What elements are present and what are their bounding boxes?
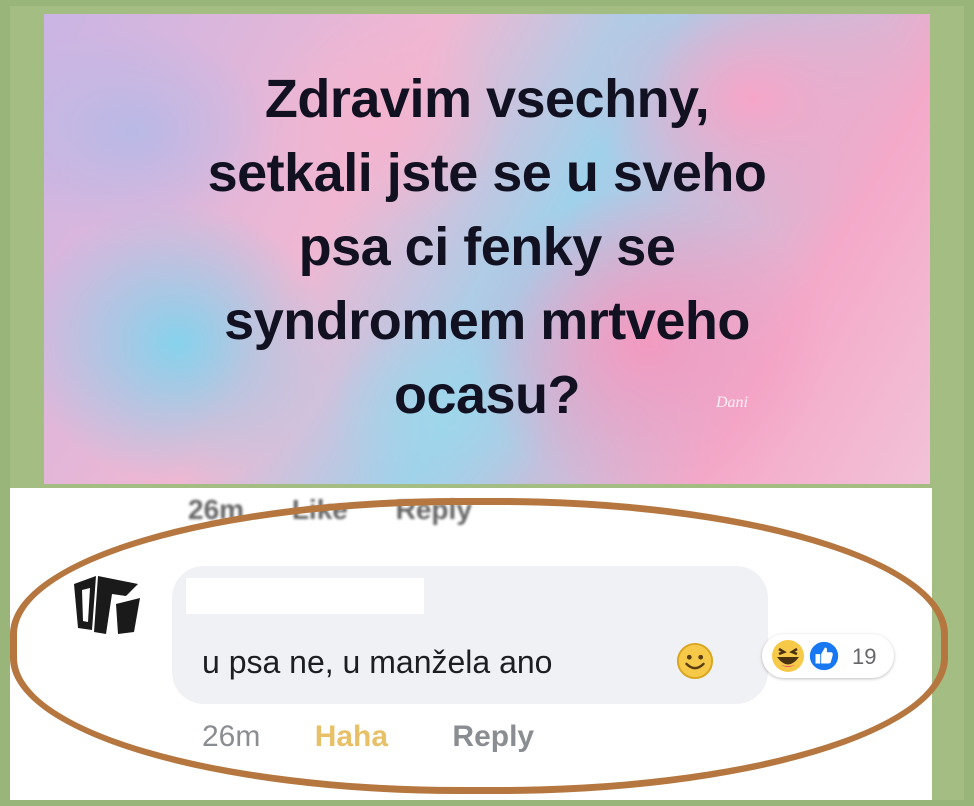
redacted-author-name <box>186 578 424 614</box>
comment-section: 26m Like Reply u psa ne, u manžela ano 1… <box>10 488 948 800</box>
previous-time: 26m <box>188 494 245 525</box>
previous-comment-meta: 26m Like Reply <box>188 494 512 526</box>
haha-reaction-button[interactable]: Haha <box>315 720 388 753</box>
comment-text: u psa ne, u manžela ano <box>202 644 553 680</box>
post-line: setkali jste se u sveho <box>207 143 767 203</box>
post-image: Zdravim vsechny, setkali jste se u sveho… <box>44 14 930 484</box>
reaction-count: 19 <box>852 644 877 669</box>
post-line: syndromem mrtveho <box>224 291 750 351</box>
like-reaction-icon <box>807 639 841 673</box>
comment-actions: 26m Haha Reply <box>202 720 534 754</box>
smiling-face-icon <box>676 642 714 680</box>
previous-reply-button[interactable]: Reply <box>396 494 472 525</box>
reaction-summary[interactable]: 19 <box>762 634 894 678</box>
previous-like-button[interactable]: Like <box>292 494 348 525</box>
comment-time[interactable]: 26m <box>202 720 260 753</box>
watermark: Dani <box>716 394 748 411</box>
post-line: psa ci fenky se <box>298 217 676 277</box>
comment-bubble: u psa ne, u manžela ano <box>172 566 768 704</box>
post-line: Zdravim vsechny, <box>264 69 710 129</box>
avatar[interactable] <box>52 550 156 654</box>
haha-reaction-icon <box>772 640 804 672</box>
post-line: ocasu? <box>393 365 581 425</box>
reply-button[interactable]: Reply <box>452 720 534 753</box>
avatar-logo-icon <box>58 556 150 648</box>
post-text: Zdravim vsechny, setkali jste se u sveho… <box>44 62 930 432</box>
